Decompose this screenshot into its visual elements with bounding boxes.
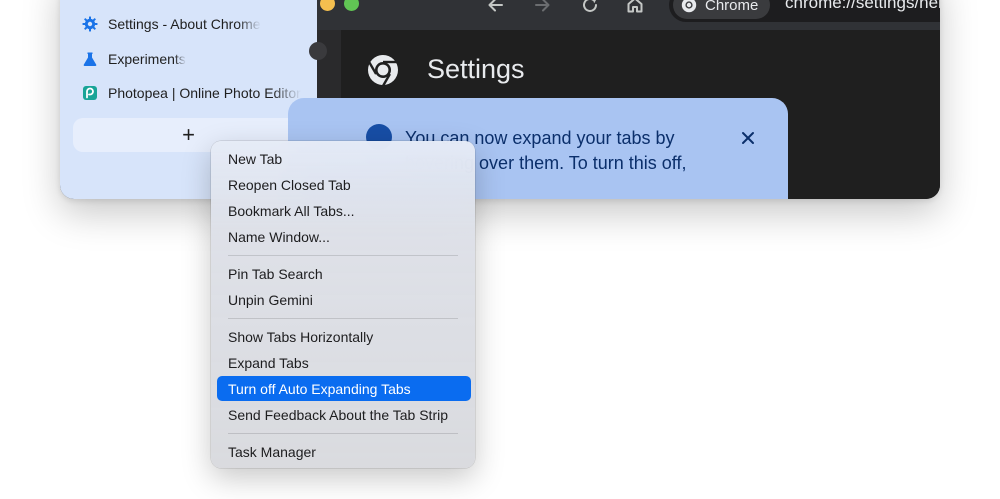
menu-item-pin-tab-search[interactable]: Pin Tab Search	[217, 261, 471, 286]
menu-icon[interactable]	[309, 42, 327, 60]
menu-item-new-tab[interactable]: New Tab	[217, 146, 471, 171]
back-arrow-icon[interactable]	[485, 0, 507, 16]
screen: Settings - About Chrome Experiments Phot…	[0, 0, 1000, 499]
home-icon[interactable]	[624, 0, 646, 16]
menu-separator	[228, 255, 458, 256]
menu-separator	[228, 318, 458, 319]
tab-label: Photopea | Online Photo Editor	[108, 85, 301, 101]
gear-icon	[82, 16, 98, 32]
reload-icon[interactable]	[579, 0, 601, 16]
menu-separator	[228, 433, 458, 434]
tab-label: Experiments	[108, 51, 186, 67]
page-title: Settings	[427, 54, 525, 84]
tab-settings-about-chrome[interactable]: Settings - About Chrome	[74, 10, 304, 38]
tab-photopea[interactable]: Photopea | Online Photo Editor	[74, 79, 304, 107]
menu-item-bookmark-all-tabs[interactable]: Bookmark All Tabs...	[217, 198, 471, 223]
omnibox[interactable]: Chrome chrome://settings/help	[669, 0, 940, 22]
zoom-window-button[interactable]	[344, 0, 359, 11]
plus-icon: +	[182, 122, 195, 147]
chrome-logo-icon	[681, 0, 697, 13]
menu-item-send-feedback-tab-strip[interactable]: Send Feedback About the Tab Strip	[217, 402, 471, 427]
menu-item-name-window[interactable]: Name Window...	[217, 224, 471, 249]
menu-item-unpin-gemini[interactable]: Unpin Gemini	[217, 287, 471, 312]
site-chip-label: Chrome	[705, 0, 759, 14]
forward-arrow-icon[interactable]	[531, 0, 553, 16]
menu-item-reopen-closed-tab[interactable]: Reopen Closed Tab	[217, 172, 471, 197]
site-chip[interactable]: Chrome	[673, 0, 771, 19]
browser-toolbar: Chrome chrome://settings/help	[317, 0, 940, 30]
menu-item-expand-tabs[interactable]: Expand Tabs	[217, 350, 471, 375]
chrome-logo-icon	[367, 54, 399, 87]
browser-window: Settings - About Chrome Experiments Phot…	[60, 0, 940, 199]
tab-label: Settings - About Chrome	[108, 16, 261, 32]
url-text[interactable]: chrome://settings/help	[785, 0, 940, 13]
tab-experiments[interactable]: Experiments	[74, 45, 304, 73]
menu-item-show-tabs-horizontally[interactable]: Show Tabs Horizontally	[217, 324, 471, 349]
photopea-icon	[82, 85, 98, 101]
menu-item-task-manager[interactable]: Task Manager	[217, 439, 471, 464]
minimize-window-button[interactable]	[320, 0, 335, 11]
close-icon[interactable]	[738, 128, 758, 148]
flask-icon	[82, 51, 98, 67]
tab-strip-context-menu: New Tab Reopen Closed Tab Bookmark All T…	[211, 141, 475, 468]
menu-item-turn-off-auto-expanding-tabs[interactable]: Turn off Auto Expanding Tabs	[217, 376, 471, 401]
